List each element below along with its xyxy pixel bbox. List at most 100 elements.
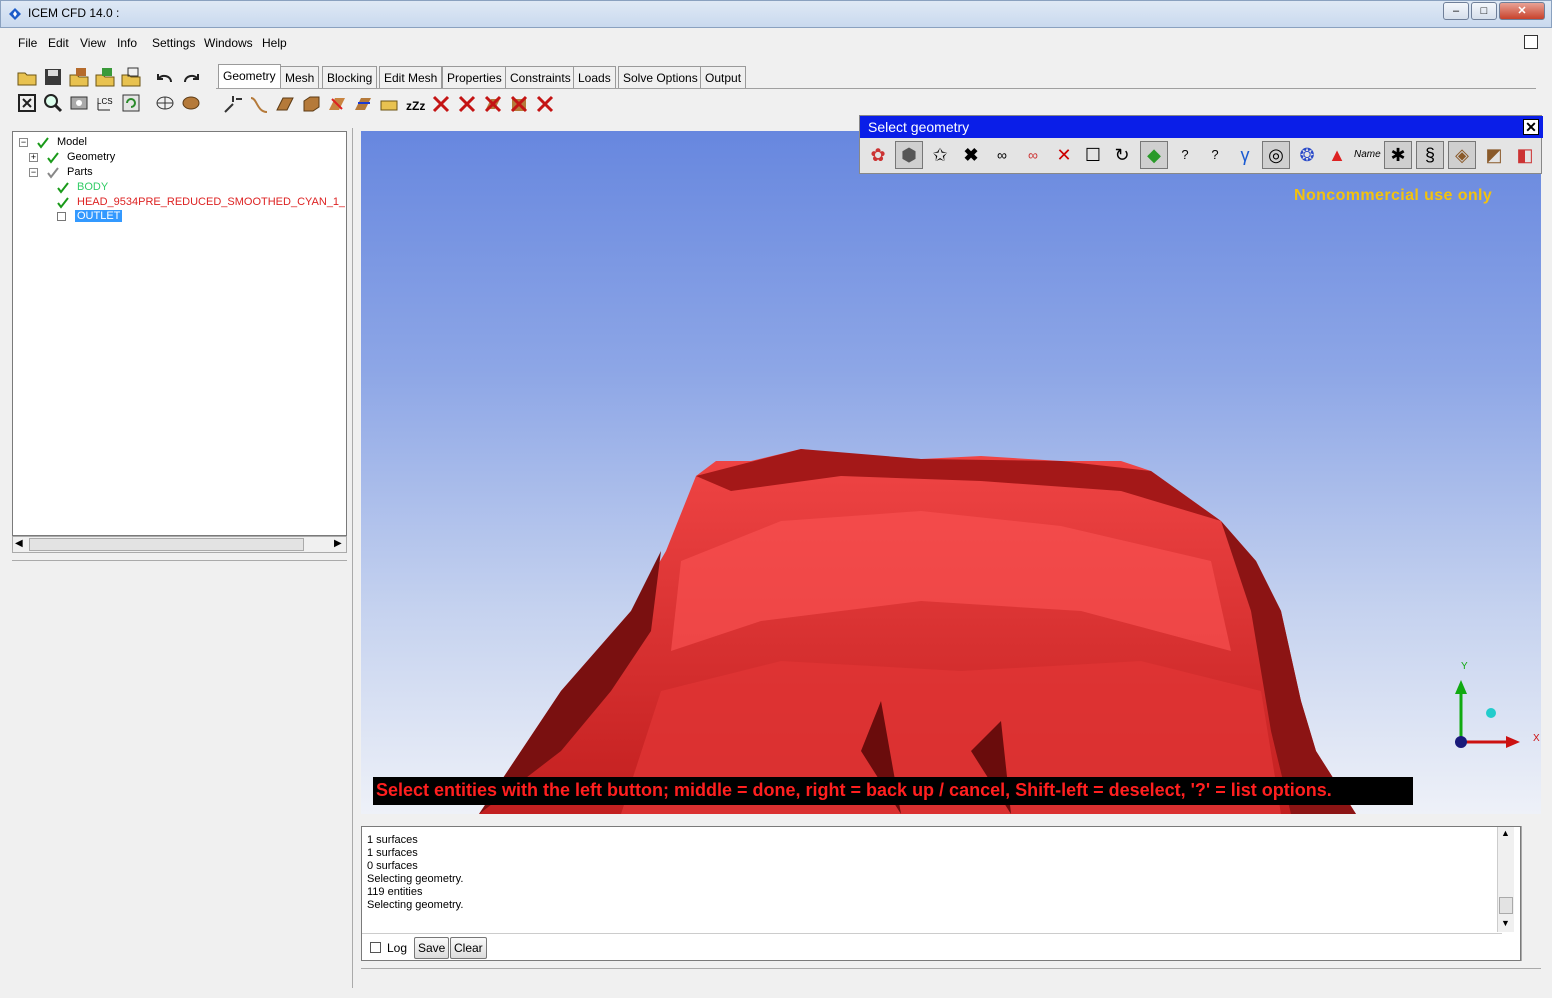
redo-icon[interactable] xyxy=(180,66,202,88)
svg-text:LCS: LCS xyxy=(97,97,113,106)
x-cross-icon[interactable]: ✖ xyxy=(957,141,985,169)
bodies-icon[interactable]: ◩ xyxy=(1480,141,1508,169)
toggle-select-icon[interactable]: ✿ xyxy=(864,141,892,169)
tab-mesh[interactable]: Mesh xyxy=(280,66,320,88)
refresh-icon[interactable] xyxy=(120,92,142,114)
curve-icon[interactable]: γ xyxy=(1231,141,1259,169)
menu-windows[interactable]: Windows xyxy=(204,36,253,50)
scroll-down-icon[interactable]: ▼ xyxy=(1501,918,1510,928)
wireframe-icon[interactable] xyxy=(154,92,176,114)
coordinate-system-icon[interactable]: LCS xyxy=(94,92,116,114)
part-select-icon[interactable]: ⬢ xyxy=(895,141,923,169)
tree-part-body[interactable]: BODY xyxy=(77,181,108,193)
rotate-icon[interactable]: ↻ xyxy=(1108,141,1136,169)
delete-any-entity-icon[interactable] xyxy=(534,93,556,115)
tree-parts-label[interactable]: Parts xyxy=(67,166,93,178)
shapes-icon[interactable]: ▲ xyxy=(1323,141,1351,169)
delete-body-icon[interactable] xyxy=(508,93,530,115)
tab-blocking[interactable]: Blocking xyxy=(322,66,378,88)
glasses-icon[interactable]: ∞ xyxy=(988,141,1016,169)
create-body-icon[interactable] xyxy=(300,93,322,115)
collapse-model-icon[interactable]: − xyxy=(19,138,28,147)
open-blocking-icon[interactable] xyxy=(120,66,142,88)
tab-constraints[interactable]: Constraints xyxy=(505,66,576,88)
glasses-red-icon[interactable]: ∞ xyxy=(1019,141,1047,169)
close-icon[interactable]: ✕ xyxy=(1523,119,1539,135)
undo-icon[interactable] xyxy=(154,66,176,88)
circle-icon[interactable]: ◎ xyxy=(1262,141,1290,169)
part-body-checkbox[interactable] xyxy=(57,182,69,194)
tab-geometry[interactable]: Geometry xyxy=(218,64,281,88)
menu-info[interactable]: Info xyxy=(117,36,137,50)
restore-icon[interactable] xyxy=(1524,35,1538,49)
scroll-left-icon[interactable]: ◀ xyxy=(15,538,23,549)
tree-geometry-label[interactable]: Geometry xyxy=(67,151,115,163)
open-geometry-icon[interactable] xyxy=(68,66,90,88)
part-outlet-checkbox[interactable] xyxy=(57,212,66,221)
repair-geometry-icon[interactable] xyxy=(326,93,348,115)
save-icon[interactable] xyxy=(42,66,64,88)
box-icon[interactable]: ☐ xyxy=(1079,141,1107,169)
red-x-icon[interactable]: ✕ xyxy=(1050,141,1078,169)
tab-output[interactable]: Output xyxy=(700,66,747,88)
menu-file[interactable]: File xyxy=(18,36,37,50)
densities-icon[interactable]: ◧ xyxy=(1511,141,1539,169)
close-button[interactable]: ✕ xyxy=(1499,2,1545,20)
log-checkbox[interactable] xyxy=(370,942,381,953)
points-icon[interactable]: ✱ xyxy=(1384,141,1412,169)
create-surface-icon[interactable] xyxy=(274,93,296,115)
solid-shading-icon[interactable] xyxy=(180,92,202,114)
restore-dormant-icon[interactable] xyxy=(378,93,400,115)
minimize-button[interactable]: – xyxy=(1443,2,1469,20)
scroll-right-icon[interactable]: ▶ xyxy=(334,538,342,549)
delete-surface-icon[interactable] xyxy=(482,93,504,115)
fit-window-icon[interactable] xyxy=(16,92,38,114)
name-icon[interactable]: Name xyxy=(1353,141,1381,169)
tab-edit-mesh[interactable]: Edit Mesh xyxy=(379,66,443,88)
tree-horizontal-scrollbar[interactable]: ◀ ▶ xyxy=(12,536,347,553)
menu-help[interactable]: Help xyxy=(262,36,287,50)
log-vertical-scrollbar[interactable]: ▲ ▼ xyxy=(1497,827,1514,932)
graphics-viewport[interactable] xyxy=(361,131,1541,814)
tree-part-outlet[interactable]: OUTLET xyxy=(75,210,123,222)
tab-loads[interactable]: Loads xyxy=(573,66,616,88)
log-scroll-thumb[interactable] xyxy=(1499,897,1513,914)
menu-view[interactable]: View xyxy=(80,36,106,50)
delete-point-icon[interactable] xyxy=(430,93,452,115)
create-curve-icon[interactable] xyxy=(248,93,270,115)
clear-log-button[interactable]: Clear xyxy=(450,937,487,959)
delete-curve-icon[interactable] xyxy=(456,93,478,115)
collapse-parts-icon[interactable]: − xyxy=(29,168,38,177)
expand-geometry-icon[interactable]: + xyxy=(29,153,38,162)
surfaces-icon[interactable]: ◈ xyxy=(1448,141,1476,169)
part-head-checkbox[interactable] xyxy=(57,197,69,209)
menu-edit[interactable]: Edit xyxy=(48,36,69,50)
open-folder-icon[interactable] xyxy=(16,66,38,88)
scroll-thumb[interactable] xyxy=(29,538,304,551)
zoom-icon[interactable] xyxy=(42,92,64,114)
geometry-transform-icon[interactable] xyxy=(352,93,374,115)
green-surface-icon[interactable]: ◆ xyxy=(1140,141,1168,169)
tab-properties[interactable]: Properties xyxy=(442,66,507,88)
scroll-up-icon[interactable]: ▲ xyxy=(1501,828,1510,838)
colors-icon[interactable]: ❂ xyxy=(1293,141,1321,169)
parts-checkbox[interactable] xyxy=(47,167,59,179)
menu-settings[interactable]: Settings xyxy=(152,36,195,50)
tab-solve-options[interactable]: Solve Options xyxy=(618,66,703,88)
dormant-zzz-icon[interactable]: zZz xyxy=(404,93,426,115)
open-mesh-icon[interactable] xyxy=(94,66,116,88)
vertical-splitter[interactable] xyxy=(352,128,356,988)
star-icon[interactable]: ✩ xyxy=(926,141,954,169)
tree-part-head[interactable]: HEAD_9534PRE_REDUCED_SMOOTHED_CYAN_1_0 xyxy=(77,196,345,208)
save-log-button[interactable]: Save xyxy=(414,937,450,959)
maximize-button[interactable]: □ xyxy=(1471,2,1497,20)
query-1-icon[interactable]: ? xyxy=(1201,141,1229,169)
tree-model-label[interactable]: Model xyxy=(57,136,87,148)
query-icon[interactable]: ? xyxy=(1171,141,1199,169)
create-point-icon[interactable] xyxy=(222,93,244,115)
measure-icon[interactable] xyxy=(68,92,90,114)
geometry-checkbox[interactable] xyxy=(47,152,59,164)
curves-icon[interactable]: § xyxy=(1416,141,1444,169)
window-title: ICEM CFD 14.0 : xyxy=(28,6,120,20)
model-checkbox[interactable] xyxy=(37,137,49,149)
